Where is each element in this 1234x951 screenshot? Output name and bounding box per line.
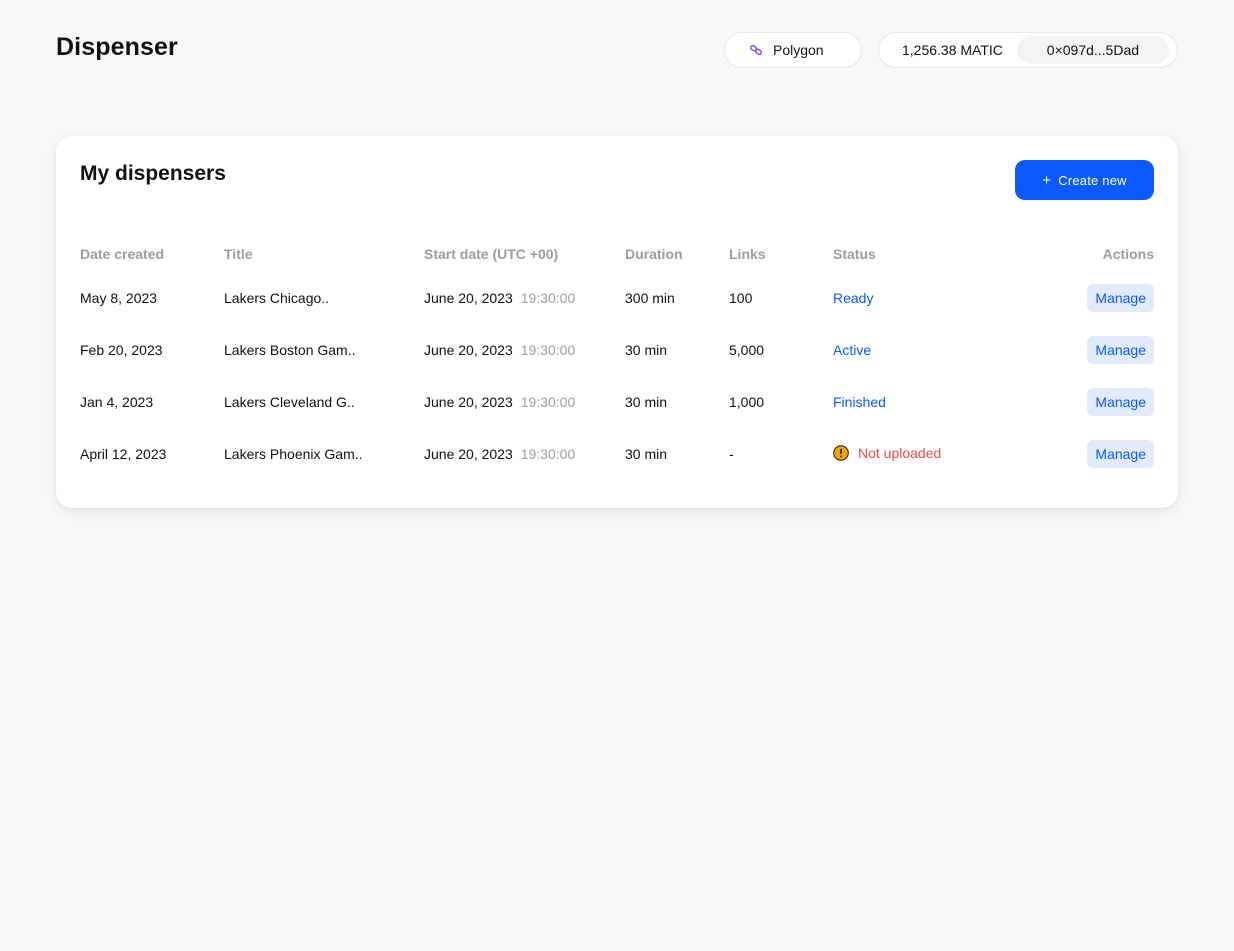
status-badge: Finished (833, 394, 886, 410)
cell-actions: Manage (1033, 272, 1154, 324)
network-label: Polygon (773, 42, 824, 58)
table-header-row: Date created Title Start date (UTC +00) … (80, 236, 1154, 272)
table-row: May 8, 2023 Lakers Chicago.. June 20, 20… (80, 272, 1154, 324)
cell-duration: 30 min (625, 446, 668, 462)
cell-duration: 300 min (625, 290, 675, 306)
start-date: June 20, 2023 (424, 394, 513, 410)
cell-actions: Manage (1033, 376, 1154, 428)
table-row: Feb 20, 2023 Lakers Boston Gam.. June 20… (80, 324, 1154, 376)
cell-status: Ready (833, 272, 1033, 324)
cell-actions: Manage (1033, 428, 1154, 480)
dispensers-card: My dispensers + Create new Date created … (56, 136, 1178, 508)
column-header-start-date: Start date (UTC +00) (424, 246, 559, 262)
column-header-status: Status (833, 246, 876, 262)
cell-date: Feb 20, 2023 (80, 342, 163, 358)
column-header-title: Title (224, 246, 253, 262)
network-selector[interactable]: Polygon (724, 32, 862, 68)
start-date: June 20, 2023 (424, 446, 513, 462)
status-badge: Not uploaded (833, 445, 941, 461)
cell-date: May 8, 2023 (80, 290, 158, 306)
cell-duration: 30 min (625, 394, 668, 410)
cell-links: 5,000 (729, 342, 765, 358)
status-badge: Active (833, 342, 872, 358)
cell-links: - (729, 446, 734, 462)
cell-date: April 12, 2023 (80, 446, 167, 462)
cell-duration: 30 min (625, 342, 668, 358)
column-header-links: Links (729, 246, 766, 262)
app-root: Dispenser Polygon 1,256.38 MATIC 0×097d.… (0, 0, 1234, 951)
cell-title: Lakers Chicago.. (224, 290, 330, 306)
manage-button[interactable]: Manage (1087, 284, 1154, 312)
start-time: 19:30:00 (520, 342, 576, 358)
cell-start: June 20, 2023 19:30:00 (424, 376, 625, 428)
start-date: June 20, 2023 (424, 290, 513, 306)
cell-start: June 20, 2023 19:30:00 (424, 428, 625, 480)
manage-button[interactable]: Manage (1087, 336, 1154, 364)
create-new-label: Create new (1058, 172, 1127, 188)
wallet-address: 0×097d...5Dad (1016, 36, 1169, 64)
start-time: 19:30:00 (520, 394, 576, 410)
warning-icon (833, 444, 849, 461)
manage-button[interactable]: Manage (1087, 440, 1154, 468)
status-label: Not uploaded (858, 444, 942, 461)
top-header: Dispenser Polygon 1,256.38 MATIC 0×097d.… (0, 0, 1234, 100)
start-time: 19:30:00 (520, 290, 576, 306)
app-brand: Dispenser (56, 33, 178, 61)
table-row: Jan 4, 2023 Lakers Cleveland G.. June 20… (80, 376, 1154, 428)
cell-links: 1,000 (729, 394, 765, 410)
column-header-date: Date created (80, 246, 165, 262)
dispensers-table: Date created Title Start date (UTC +00) … (80, 236, 1154, 480)
table-row: April 12, 2023 Lakers Phoenix Gam.. June… (80, 428, 1154, 480)
cell-actions: Manage (1033, 324, 1154, 376)
polygon-link-icon (749, 43, 763, 57)
cell-title: Lakers Boston Gam.. (224, 342, 356, 358)
cell-status: Active (833, 324, 1033, 376)
column-header-actions: Actions (1102, 246, 1154, 262)
wallet-button[interactable]: 1,256.38 MATIC 0×097d...5Dad (878, 32, 1178, 68)
plus-icon: + (1042, 171, 1052, 189)
start-date: June 20, 2023 (424, 342, 513, 358)
create-new-button[interactable]: + Create new (1015, 160, 1154, 200)
cell-start: June 20, 2023 19:30:00 (424, 324, 625, 376)
cell-status: Not uploaded (833, 428, 1033, 480)
column-header-duration: Duration (625, 246, 683, 262)
cell-title: Lakers Phoenix Gam.. (224, 446, 363, 462)
cell-start: June 20, 2023 19:30:00 (424, 272, 625, 324)
wallet-balance: 1,256.38 MATIC (902, 42, 1003, 58)
status-badge: Ready (833, 290, 874, 306)
cell-date: Jan 4, 2023 (80, 394, 154, 410)
cell-status: Finished (833, 376, 1033, 428)
card-title: My dispensers (80, 162, 226, 185)
cell-title: Lakers Cleveland G.. (224, 394, 355, 410)
cell-links: 100 (729, 290, 753, 306)
start-time: 19:30:00 (520, 446, 576, 462)
manage-button[interactable]: Manage (1087, 388, 1154, 416)
